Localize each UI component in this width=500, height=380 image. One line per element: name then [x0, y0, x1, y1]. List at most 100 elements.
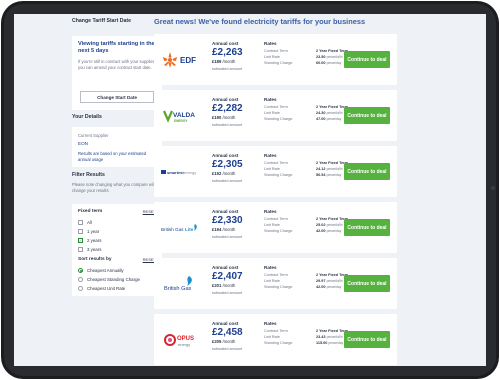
- fixed-term-option[interactable]: ✓ 2 years: [78, 236, 156, 245]
- rate-labels: Contract Term Unit Rate Standing Charge: [264, 329, 293, 345]
- sort-header: Sort results by RESET: [78, 257, 156, 262]
- edf-logo: EDF: [158, 34, 204, 85]
- rates-label: Rates: [264, 209, 277, 214]
- estimated-label: estimated amount: [212, 179, 243, 183]
- fixed-term-option[interactable]: 1 year: [78, 227, 156, 236]
- opus-energy-logo: OPUS energy: [158, 314, 204, 365]
- deal-card: EDF Annual cost £2,263 £189 /month estim…: [154, 34, 397, 85]
- svg-text:British Gas: British Gas: [164, 286, 192, 292]
- annual-price: £2,407: [212, 271, 243, 282]
- continue-to-deal-button[interactable]: Continue to deal: [344, 107, 390, 124]
- annual-cost-label: Annual cost: [212, 321, 239, 326]
- your-details-heading: Your Details: [72, 114, 102, 120]
- svg-text:VALDA: VALDA: [173, 112, 195, 119]
- radio-selected[interactable]: [78, 268, 83, 273]
- filter-heading: Filter Results: [72, 172, 105, 178]
- fixed-term-option[interactable]: All: [78, 218, 156, 227]
- valda-logo: VALDA ENERGY: [158, 90, 204, 141]
- rate-labels: Contract Term Unit Rate Standing Charge: [264, 161, 293, 177]
- annual-price: £2,263: [212, 47, 243, 58]
- rate-labels: Contract Term Unit Rate Standing Charge: [264, 49, 293, 65]
- annual-cost-block: Annual cost £2,458 £205 /month estimated…: [212, 321, 262, 351]
- rates-label: Rates: [264, 321, 277, 326]
- continue-to-deal-button[interactable]: Continue to deal: [344, 163, 390, 180]
- annual-cost-label: Annual cost: [212, 209, 239, 214]
- rates-label: Rates: [264, 97, 277, 102]
- continue-to-deal-button[interactable]: Continue to deal: [344, 275, 390, 292]
- svg-text:energy: energy: [178, 342, 190, 347]
- continue-to-deal-button[interactable]: Continue to deal: [344, 219, 390, 236]
- rates-label: Rates: [264, 265, 277, 270]
- checkmark-icon: ✓: [78, 238, 83, 243]
- annual-cost-label: Annual cost: [212, 41, 239, 46]
- svg-text:energy: energy: [184, 170, 196, 175]
- tariff-start-card: Viewing tariffs starting in the next 5 d…: [72, 36, 162, 110]
- filter-note: Please note changing what you compare wi…: [72, 182, 155, 193]
- checkbox[interactable]: [78, 220, 83, 225]
- sort-option[interactable]: Cheapest Annually: [78, 266, 156, 275]
- option-label: Cheapest Annually: [87, 268, 124, 273]
- tariff-start-headline: Viewing tariffs starting in the next 5 d…: [78, 41, 155, 54]
- camera-dot: [491, 186, 495, 190]
- british-gas-logo: British Gas: [158, 258, 204, 309]
- option-label: Cheapest Unit Rate: [87, 286, 126, 291]
- monthly-price: £189 /month: [212, 59, 236, 64]
- annual-cost-block: Annual cost £2,305 £192 /month estimated…: [212, 153, 262, 183]
- tariff-start-note: If you're still in contract with your su…: [78, 58, 155, 70]
- british-gas-lite-logo: British Gas Lite: [158, 202, 204, 253]
- estimated-label: estimated amount: [212, 347, 243, 351]
- annual-price: £2,458: [212, 327, 243, 338]
- svg-text:ENERGY: ENERGY: [174, 119, 188, 123]
- estimated-label: estimated amount: [212, 291, 243, 295]
- continue-to-deal-button[interactable]: Continue to deal: [344, 331, 390, 348]
- usage-note: Results are based on your estimated annu…: [78, 151, 147, 162]
- annual-price: £2,330: [212, 215, 243, 226]
- checkbox-checked[interactable]: ✓: [78, 238, 83, 243]
- option-label: Cheapest Standing Charge: [87, 277, 140, 282]
- fixed-term-header: Fixed term RESET: [78, 209, 156, 214]
- monthly-price: £201 /month: [212, 283, 236, 288]
- rates-label: Rates: [264, 41, 277, 46]
- sort-option[interactable]: Cheapest Standing Charge: [78, 275, 156, 284]
- annual-cost-label: Annual cost: [212, 153, 239, 158]
- deal-card: OPUS energy Annual cost £2,458 £205 /mon…: [154, 314, 397, 365]
- annual-cost-block: Annual cost £2,263 £189 /month estimated…: [212, 41, 262, 71]
- annual-price: £2,282: [212, 103, 243, 114]
- estimated-label: estimated amount: [212, 235, 243, 239]
- fixed-term-option[interactable]: 3 years: [78, 245, 156, 254]
- sort-option[interactable]: Cheapest Unit Rate: [78, 284, 156, 293]
- option-label: All: [87, 220, 92, 225]
- rate-labels: Contract Term Unit Rate Standing Charge: [264, 273, 293, 289]
- annual-cost-block: Annual cost £2,330 £194 /month estimated…: [212, 209, 262, 239]
- screen: Change Tariff Start Date Viewing tariffs…: [14, 14, 486, 366]
- checkbox[interactable]: [78, 247, 83, 252]
- deal-card: British Gas Lite Annual cost £2,330 £194 …: [154, 202, 397, 253]
- rates-label: Rates: [264, 153, 277, 158]
- monthly-price: £194 /month: [212, 227, 236, 232]
- details-card: Current Supplier EON Results are based o…: [72, 127, 162, 167]
- change-start-date-button[interactable]: Change Start Date: [80, 91, 154, 103]
- deal-card: VALDA ENERGY Annual cost £2,282 £190 /mo…: [154, 90, 397, 141]
- monthly-price: £190 /month: [212, 115, 236, 120]
- deal-card: British Gas Annual cost £2,407 £201 /mon…: [154, 258, 397, 309]
- svg-text:smartest: smartest: [167, 170, 184, 175]
- option-label: 1 year: [87, 229, 100, 234]
- annual-price: £2,305: [212, 159, 243, 170]
- monthly-price: £192 /month: [212, 171, 236, 176]
- annual-cost-block: Annual cost £2,282 £190 /month estimated…: [212, 97, 262, 127]
- rate-labels: Contract Term Unit Rate Standing Charge: [264, 105, 293, 121]
- smartest-energy-logo: smartest energy: [158, 146, 204, 197]
- annual-cost-block: Annual cost £2,407 £201 /month estimated…: [212, 265, 262, 295]
- annual-cost-label: Annual cost: [212, 97, 239, 102]
- option-label: 3 years: [87, 247, 102, 252]
- radio[interactable]: [78, 286, 83, 291]
- svg-text:Lite: Lite: [185, 227, 194, 232]
- rate-labels: Contract Term Unit Rate Standing Charge: [264, 217, 293, 233]
- radio[interactable]: [78, 277, 83, 282]
- fixed-term-title: Fixed term: [78, 209, 103, 214]
- svg-text:EDF: EDF: [180, 56, 196, 65]
- filter-card: Fixed term RESET All 1 year ✓ 2 years 3 …: [72, 204, 162, 296]
- change-date-heading: Change Tariff Start Date: [72, 18, 131, 24]
- checkbox[interactable]: [78, 229, 83, 234]
- continue-to-deal-button[interactable]: Continue to deal: [344, 51, 390, 68]
